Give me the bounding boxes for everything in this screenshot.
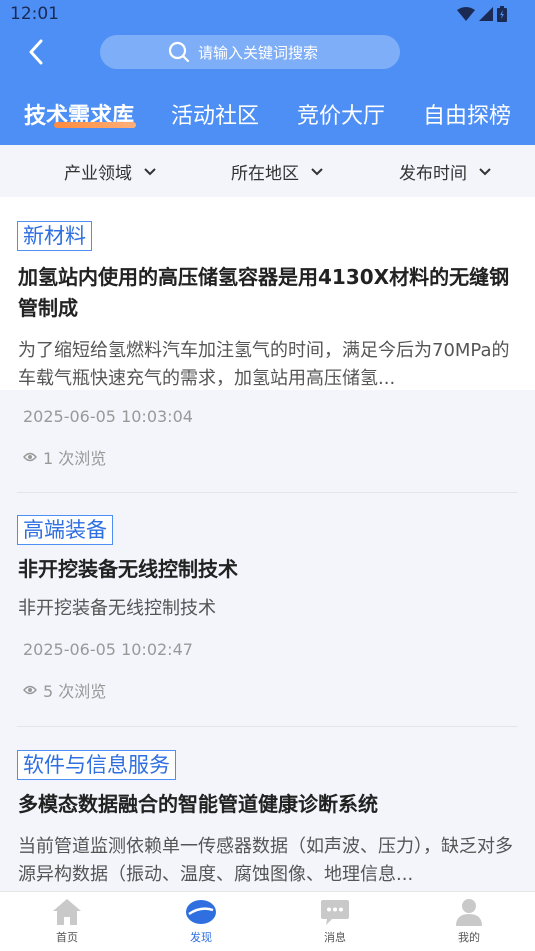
chevron-left-icon: [29, 39, 43, 65]
chevron-down-icon: [479, 167, 491, 175]
publish-time: 2025-06-05 10:02:47: [23, 640, 193, 659]
tab-bidding-hall[interactable]: 竞价大厅: [297, 98, 385, 130]
tab-free-list[interactable]: 自由探榜: [423, 98, 511, 130]
item-title: 加氢站内使用的高压储氢容器是用4130X材料的无缝钢管制成: [18, 265, 510, 320]
item-title: 多模态数据融合的智能管道健康诊断系统: [18, 792, 378, 816]
nav-messages[interactable]: 消息: [295, 898, 375, 945]
nav-messages-label: 消息: [324, 931, 346, 944]
chevron-down-icon: [311, 167, 323, 175]
chevron-down-icon: [144, 167, 156, 175]
nav-discover[interactable]: 发现: [161, 898, 241, 945]
item-summary: 当前管道监测依赖单一传感器数据（如声波、压力），缺乏对多源异构数据（振动、温度、…: [18, 836, 513, 885]
nav-discover-label: 发现: [190, 931, 212, 944]
profile-icon: [456, 899, 482, 926]
search-placeholder: 请输入关键词搜索: [198, 43, 319, 62]
status-icons: [457, 6, 507, 22]
item-summary: 非开挖装备无线控制技术: [18, 598, 216, 619]
search-icon: [168, 41, 190, 63]
wifi-icon: [457, 7, 475, 21]
filter-publish-time[interactable]: 发布时间: [399, 159, 491, 184]
divider: [17, 492, 518, 493]
nav-home[interactable]: 首页: [27, 898, 107, 945]
eye-icon: [23, 685, 37, 695]
view-count-label: 5 次浏览: [43, 682, 107, 701]
filter-publish-time-label: 发布时间: [399, 164, 467, 184]
app-header: 12:01 请输入关键词搜索 技术需求库 活动社区 竞价大厅 自由探榜: [0, 0, 535, 145]
nav-home-label: 首页: [56, 931, 78, 944]
back-button[interactable]: [18, 34, 54, 70]
category-tag: 软件与信息服务: [17, 750, 176, 780]
discover-icon: [186, 900, 216, 924]
filter-industry-label: 产业领域: [64, 164, 132, 184]
item-summary: 为了缩短给氢燃料汽车加注氢气的时间，满足今后为70MPa的车载气瓶快速充气的需求…: [18, 340, 510, 389]
view-count: 1 次浏览: [23, 445, 106, 469]
view-count: 5 次浏览: [23, 678, 106, 702]
nav-profile-label: 我的: [458, 931, 480, 944]
active-tab-indicator: [54, 122, 136, 128]
filter-region-label: 所在地区: [231, 164, 299, 184]
home-icon: [53, 899, 81, 925]
view-count-label: 1 次浏览: [43, 449, 107, 468]
bottom-nav: 首页 发现 消息 我的: [0, 891, 535, 951]
item-title: 非开挖装备无线控制技术: [18, 557, 238, 581]
filter-region[interactable]: 所在地区: [231, 159, 323, 184]
category-tag: 新材料: [17, 221, 92, 251]
tab-activity-community[interactable]: 活动社区: [171, 98, 259, 130]
battery-icon: [497, 6, 507, 22]
eye-icon: [23, 452, 37, 462]
signal-icon: [479, 7, 493, 21]
status-time: 12:01: [10, 4, 59, 24]
publish-time: 2025-06-05 10:03:04: [23, 407, 193, 426]
category-tag: 高端装备: [17, 515, 113, 545]
divider: [17, 726, 518, 727]
search-input[interactable]: 请输入关键词搜索: [100, 35, 400, 69]
message-icon: [321, 900, 349, 925]
filter-bar: 产业领域 所在地区 发布时间: [0, 145, 535, 197]
status-bar: 12:01: [0, 0, 535, 28]
filter-industry[interactable]: 产业领域: [64, 159, 156, 184]
nav-profile[interactable]: 我的: [429, 898, 509, 945]
category-tabs: 技术需求库 活动社区 竞价大厅 自由探榜: [0, 92, 535, 136]
